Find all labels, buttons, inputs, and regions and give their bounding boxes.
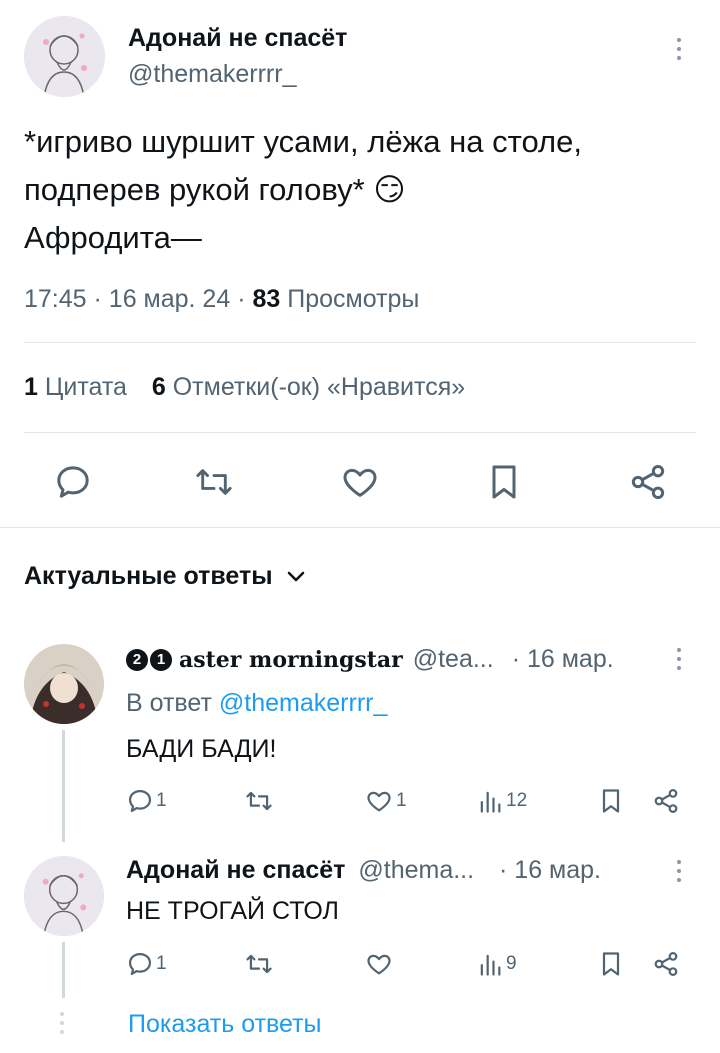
- reply-icon: [126, 950, 154, 978]
- views-icon: [478, 950, 502, 978]
- likes-count: 6: [151, 373, 166, 401]
- retweet-icon: [244, 787, 274, 815]
- like-icon: [364, 950, 394, 978]
- reply-action-bookmark[interactable]: [598, 950, 624, 978]
- reply-context-handle[interactable]: @themakerrrr_: [219, 689, 387, 717]
- reply-count: 1: [156, 953, 167, 974]
- view-count: 12: [506, 790, 528, 811]
- reply-author-name[interactable]: Адонай не спасёт: [126, 856, 345, 884]
- like-count: 1: [396, 790, 407, 811]
- tweet-text-line: Афродита—: [24, 220, 202, 255]
- reply-header: 2 1 aster morningstar @tea... · 16 мар.: [126, 645, 614, 674]
- reply-action-reply[interactable]: 1: [126, 950, 167, 978]
- quotes-label: Цитата: [44, 373, 127, 401]
- separator: ·: [237, 285, 246, 313]
- views-count: 83: [252, 285, 281, 313]
- bookmark-icon: [598, 787, 624, 815]
- share-icon[interactable]: [628, 462, 668, 502]
- replies-sort-dropdown[interactable]: Актуальные ответы: [24, 562, 305, 591]
- reply-avatar[interactable]: [24, 644, 104, 724]
- reply-count: 1: [156, 790, 167, 811]
- like-icon: [364, 787, 394, 815]
- badge-icon: 1: [150, 648, 172, 671]
- quotes-stat[interactable]: 1 Цитата: [24, 373, 134, 401]
- tweet-text: *игриво шуршит усами, лёжа на столе, под…: [24, 118, 582, 262]
- reply-text: БАДИ БАДИ!: [126, 735, 277, 763]
- reply-header: Адонай не спасёт @thema... · 16 мар.: [126, 856, 601, 885]
- reply-date[interactable]: · 16 мар.: [512, 645, 614, 674]
- share-icon: [652, 950, 680, 978]
- tweet-meta: 17:45 · 16 мар. 24 · 83 Просмотры: [24, 285, 419, 314]
- thread-line: [62, 730, 65, 842]
- views-label: Просмотры: [287, 285, 420, 313]
- likes-label: Отметки(-ок) «Нравится»: [172, 373, 466, 401]
- reply-action-like[interactable]: [364, 950, 394, 978]
- reply-avatar[interactable]: [24, 856, 104, 936]
- tweet-text-line: подперев рукой голову* 😏: [24, 172, 406, 207]
- reply-action-bookmark[interactable]: [598, 787, 624, 815]
- divider: [24, 432, 696, 433]
- reply-action-retweet[interactable]: [244, 787, 274, 815]
- quotes-count: 1: [24, 373, 38, 401]
- more-options-icon[interactable]: [674, 648, 684, 670]
- thread-line: [62, 942, 65, 998]
- reply-icon[interactable]: [53, 462, 93, 502]
- reply-action-share[interactable]: [652, 787, 680, 815]
- tweet-date[interactable]: 16 мар. 24: [109, 285, 230, 313]
- more-options-icon[interactable]: [674, 860, 684, 882]
- share-icon: [652, 787, 680, 815]
- separator: ·: [93, 285, 102, 313]
- reply-action-like[interactable]: 1: [364, 787, 407, 815]
- retweet-icon[interactable]: [193, 462, 235, 502]
- author-avatar[interactable]: [24, 16, 105, 97]
- tweet-text-line: *игриво шуршит усами, лёжа на столе,: [24, 124, 582, 159]
- replies-sort-label: Актуальные ответы: [24, 562, 273, 590]
- bookmark-icon: [598, 950, 624, 978]
- reply-text: НЕ ТРОГАЙ СТОЛ: [126, 897, 339, 925]
- thread-dots-icon: [60, 1012, 64, 1034]
- divider: [24, 342, 696, 343]
- badge-icon: 2: [126, 648, 148, 671]
- likes-stat[interactable]: 6 Отметки(-ок) «Нравится»: [152, 373, 465, 401]
- reply-action-views[interactable]: 9: [478, 950, 517, 978]
- reply-action-reply[interactable]: 1: [126, 787, 167, 815]
- reply-action-share[interactable]: [652, 950, 680, 978]
- like-icon[interactable]: [339, 462, 381, 502]
- chevron-down-icon: [287, 571, 305, 583]
- retweet-icon: [244, 950, 274, 978]
- reply-author-handle[interactable]: @tea...: [413, 645, 494, 674]
- reply-icon: [126, 787, 154, 815]
- reply-action-views[interactable]: 12: [478, 787, 527, 815]
- bookmark-icon[interactable]: [486, 462, 522, 502]
- view-count: 9: [506, 953, 517, 974]
- reply-context: В ответ @themakerrrr_: [126, 689, 387, 718]
- views-icon: [478, 787, 502, 815]
- tweet-stats: 1 Цитата 6 Отметки(-ок) «Нравится»: [24, 373, 465, 402]
- reply-date[interactable]: · 16 мар.: [499, 856, 601, 884]
- reply-author-name[interactable]: aster morningstar: [179, 647, 403, 673]
- show-replies-link[interactable]: Показать ответы: [128, 1010, 322, 1039]
- more-options-icon[interactable]: [674, 38, 684, 60]
- tweet-time[interactable]: 17:45: [24, 285, 87, 313]
- reply-author-handle[interactable]: @thema...: [358, 856, 474, 884]
- section-divider: [0, 527, 720, 528]
- author-handle[interactable]: @themakerrrr_: [128, 60, 296, 89]
- author-name[interactable]: Адонай не спасёт: [128, 24, 347, 53]
- reply-context-prefix: В ответ: [126, 689, 212, 717]
- reply-action-retweet[interactable]: [244, 950, 274, 978]
